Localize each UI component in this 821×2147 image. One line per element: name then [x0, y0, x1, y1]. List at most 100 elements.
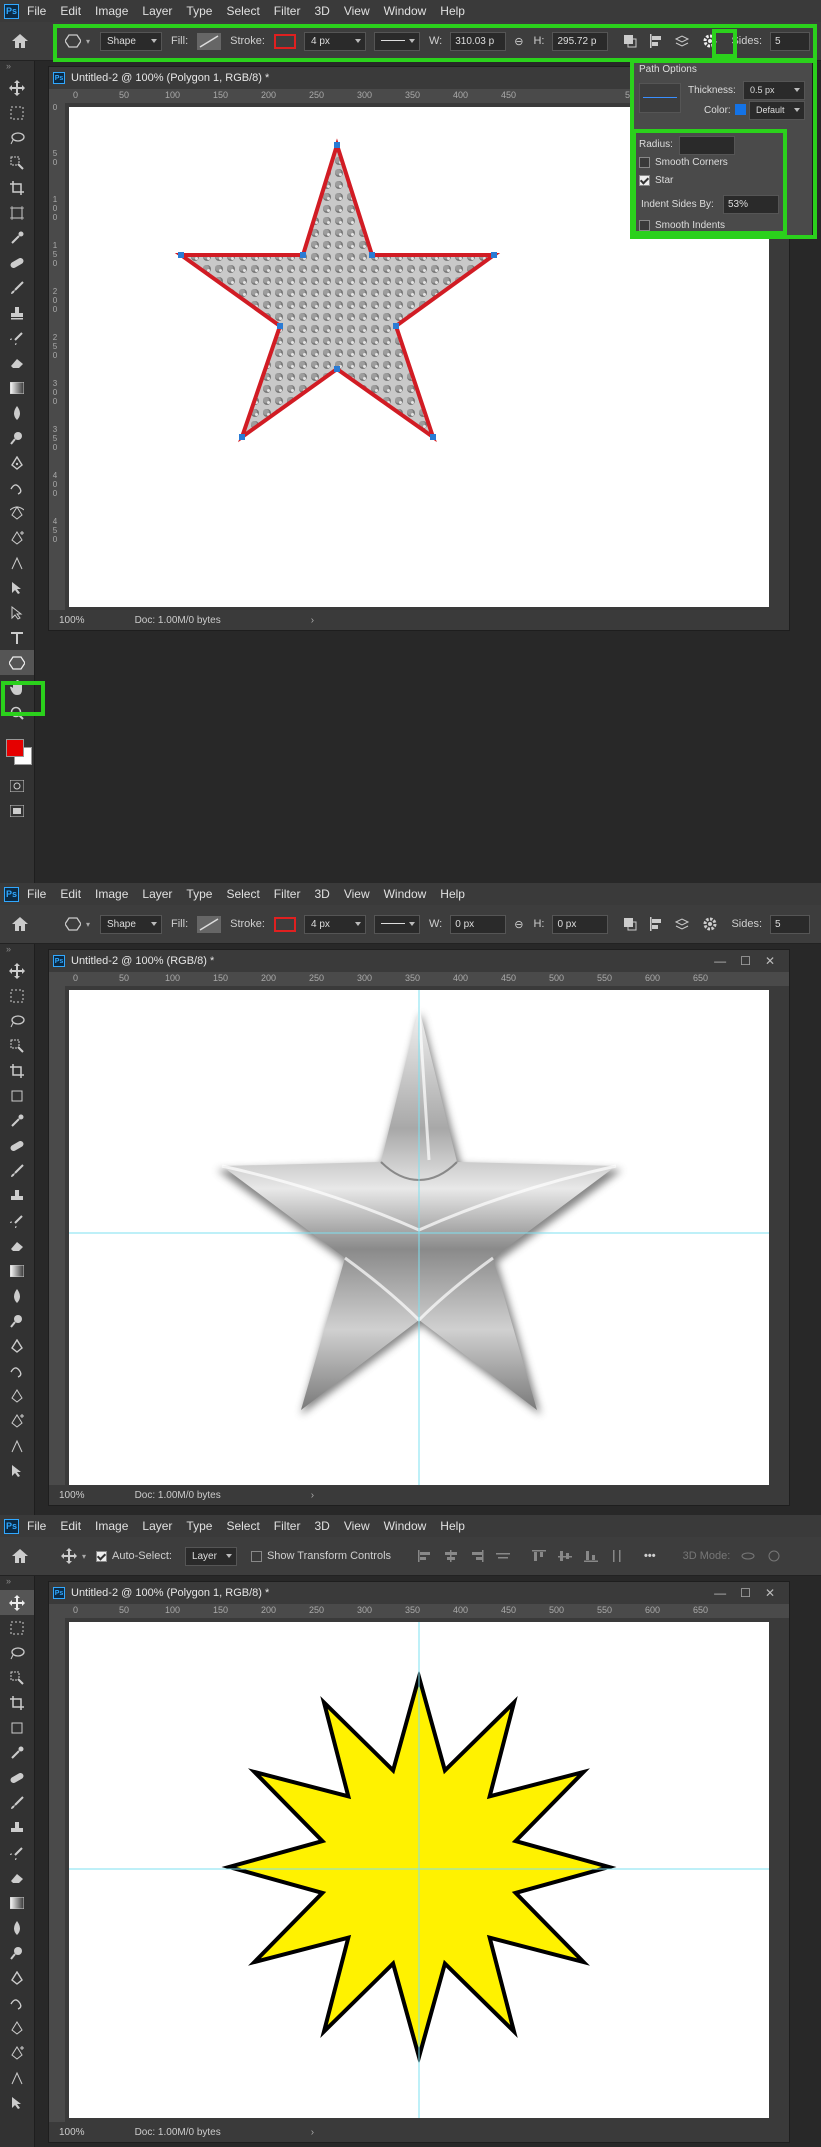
- quick-selection-tool-icon[interactable]: [0, 150, 34, 175]
- clone-stamp-tool-icon[interactable]: [0, 1183, 34, 1208]
- marquee-tool-icon[interactable]: [0, 1615, 34, 1640]
- clone-stamp-tool-icon[interactable]: [0, 1815, 34, 1840]
- frame-tool-icon[interactable]: [0, 200, 34, 225]
- history-brush-tool-icon[interactable]: [0, 1208, 34, 1233]
- menu-type[interactable]: Type: [186, 4, 212, 18]
- freeform-pen-tool-icon[interactable]: [0, 1358, 34, 1383]
- starburst-shape[interactable]: [69, 1622, 769, 2118]
- curvature-pen-tool-icon[interactable]: [0, 500, 34, 525]
- convert-point-tool-icon[interactable]: [0, 2065, 34, 2090]
- menu-view[interactable]: View: [344, 4, 370, 18]
- link-icon[interactable]: ⊖: [514, 918, 523, 931]
- menu-3d[interactable]: 3D: [314, 4, 329, 18]
- eyedropper-tool-icon[interactable]: [0, 1108, 34, 1133]
- chevron-right-icon[interactable]: ›: [311, 2127, 314, 2138]
- 3d-roll-icon[interactable]: [765, 1547, 783, 1565]
- show-transform-checkbox[interactable]: [250, 1550, 262, 1562]
- path-arrangement-icon[interactable]: [673, 915, 691, 933]
- zoom-level[interactable]: 100%: [59, 1490, 85, 1501]
- crop-tool-icon[interactable]: [0, 1690, 34, 1715]
- distribute-vertical-icon[interactable]: [608, 1547, 626, 1565]
- dodge-tool-icon[interactable]: [0, 1308, 34, 1333]
- frame-tool-icon[interactable]: [0, 1083, 34, 1108]
- screen-mode-icon[interactable]: [0, 798, 34, 823]
- curvature-pen-tool-icon[interactable]: [0, 2015, 34, 2040]
- stroke-swatch[interactable]: [273, 916, 296, 932]
- auto-select-checkbox[interactable]: [96, 1550, 108, 1562]
- path-alignment-icon[interactable]: [647, 915, 665, 933]
- menu-layer[interactable]: Layer: [142, 887, 172, 901]
- menu-help[interactable]: Help: [440, 887, 465, 901]
- expand-panel-icon[interactable]: »: [0, 61, 34, 75]
- healing-brush-tool-icon[interactable]: [0, 1765, 34, 1790]
- clone-stamp-tool-icon[interactable]: [0, 300, 34, 325]
- menu-image[interactable]: Image: [95, 1519, 128, 1533]
- foreground-color-swatch[interactable]: [6, 739, 24, 757]
- sides-field[interactable]: 5: [770, 914, 811, 934]
- tool-mode-select[interactable]: Shape: [100, 914, 163, 934]
- align-center-icon[interactable]: [442, 1547, 460, 1565]
- add-anchor-point-tool-icon[interactable]: [0, 525, 34, 550]
- add-anchor-point-tool-icon[interactable]: [0, 2040, 34, 2065]
- polygon-tool-preset-icon[interactable]: [64, 915, 82, 933]
- menu-type[interactable]: Type: [186, 1519, 212, 1533]
- marquee-tool-icon[interactable]: [0, 100, 34, 125]
- align-right-icon[interactable]: [468, 1547, 486, 1565]
- quick-selection-tool-icon[interactable]: [0, 1033, 34, 1058]
- history-brush-tool-icon[interactable]: [0, 1840, 34, 1865]
- pen-tool-icon[interactable]: [0, 1965, 34, 1990]
- eyedropper-tool-icon[interactable]: [0, 1740, 34, 1765]
- brush-tool-icon[interactable]: [0, 275, 34, 300]
- canvas[interactable]: [69, 990, 769, 1487]
- gradient-tool-icon[interactable]: [0, 1890, 34, 1915]
- eyedropper-tool-icon[interactable]: [0, 225, 34, 250]
- move-tool-icon[interactable]: [0, 1590, 34, 1615]
- document-tab[interactable]: Ps Untitled-2 @ 100% (Polygon 1, RGB/8) …: [49, 1582, 789, 1604]
- menu-select[interactable]: Select: [226, 1519, 259, 1533]
- crop-tool-icon[interactable]: [0, 1058, 34, 1083]
- vertical-ruler[interactable]: [49, 1604, 65, 2122]
- align-bottom-icon[interactable]: [582, 1547, 600, 1565]
- home-icon[interactable]: [0, 1537, 40, 1575]
- maximize-icon[interactable]: ☐: [740, 954, 751, 968]
- menu-3d[interactable]: 3D: [314, 1519, 329, 1533]
- minimize-icon[interactable]: —: [714, 1586, 726, 1600]
- lasso-tool-icon[interactable]: [0, 1008, 34, 1033]
- quick-mask-icon[interactable]: [0, 773, 34, 798]
- blur-tool-icon[interactable]: [0, 1283, 34, 1308]
- lasso-tool-icon[interactable]: [0, 1640, 34, 1665]
- freeform-pen-tool-icon[interactable]: [0, 1990, 34, 2015]
- menu-help[interactable]: Help: [440, 4, 465, 18]
- path-selection-tool-icon[interactable]: [0, 1458, 34, 1483]
- eraser-tool-icon[interactable]: [0, 1865, 34, 1890]
- move-tool-preset-icon[interactable]: [60, 1547, 78, 1565]
- width-field[interactable]: 0 px: [450, 914, 507, 934]
- brush-tool-icon[interactable]: [0, 1790, 34, 1815]
- dodge-tool-icon[interactable]: [0, 425, 34, 450]
- convert-point-tool-icon[interactable]: [0, 1433, 34, 1458]
- align-middle-icon[interactable]: [556, 1547, 574, 1565]
- color-swatches[interactable]: [0, 733, 34, 773]
- dodge-tool-icon[interactable]: [0, 1940, 34, 1965]
- chevron-right-icon[interactable]: ›: [311, 1490, 314, 1501]
- quick-selection-tool-icon[interactable]: [0, 1665, 34, 1690]
- freeform-pen-tool-icon[interactable]: [0, 475, 34, 500]
- blur-tool-icon[interactable]: [0, 1915, 34, 1940]
- menu-3d[interactable]: 3D: [314, 887, 329, 901]
- menu-view[interactable]: View: [344, 887, 370, 901]
- menu-layer[interactable]: Layer: [142, 1519, 172, 1533]
- stroke-type-select[interactable]: [373, 914, 420, 934]
- path-selection-tool-icon[interactable]: [0, 575, 34, 600]
- menu-filter[interactable]: Filter: [274, 1519, 301, 1533]
- menu-edit[interactable]: Edit: [60, 4, 81, 18]
- fill-swatch[interactable]: [197, 915, 222, 933]
- height-field[interactable]: 0 px: [552, 914, 609, 934]
- vertical-ruler[interactable]: 0 5 0 1 0 0 1 5 0 2 0 0 2 5 0 3 0 0 3 5 …: [49, 89, 65, 610]
- chevron-right-icon[interactable]: ›: [311, 615, 314, 626]
- menu-window[interactable]: Window: [384, 4, 427, 18]
- menu-file[interactable]: File: [27, 887, 46, 901]
- type-tool-icon[interactable]: [0, 625, 34, 650]
- chevron-down-icon[interactable]: ▾: [82, 1552, 86, 1561]
- vertical-ruler[interactable]: [49, 972, 65, 1485]
- horizontal-ruler[interactable]: 0 50 100 150 200 250 300 350 400 450 500…: [65, 1604, 789, 1618]
